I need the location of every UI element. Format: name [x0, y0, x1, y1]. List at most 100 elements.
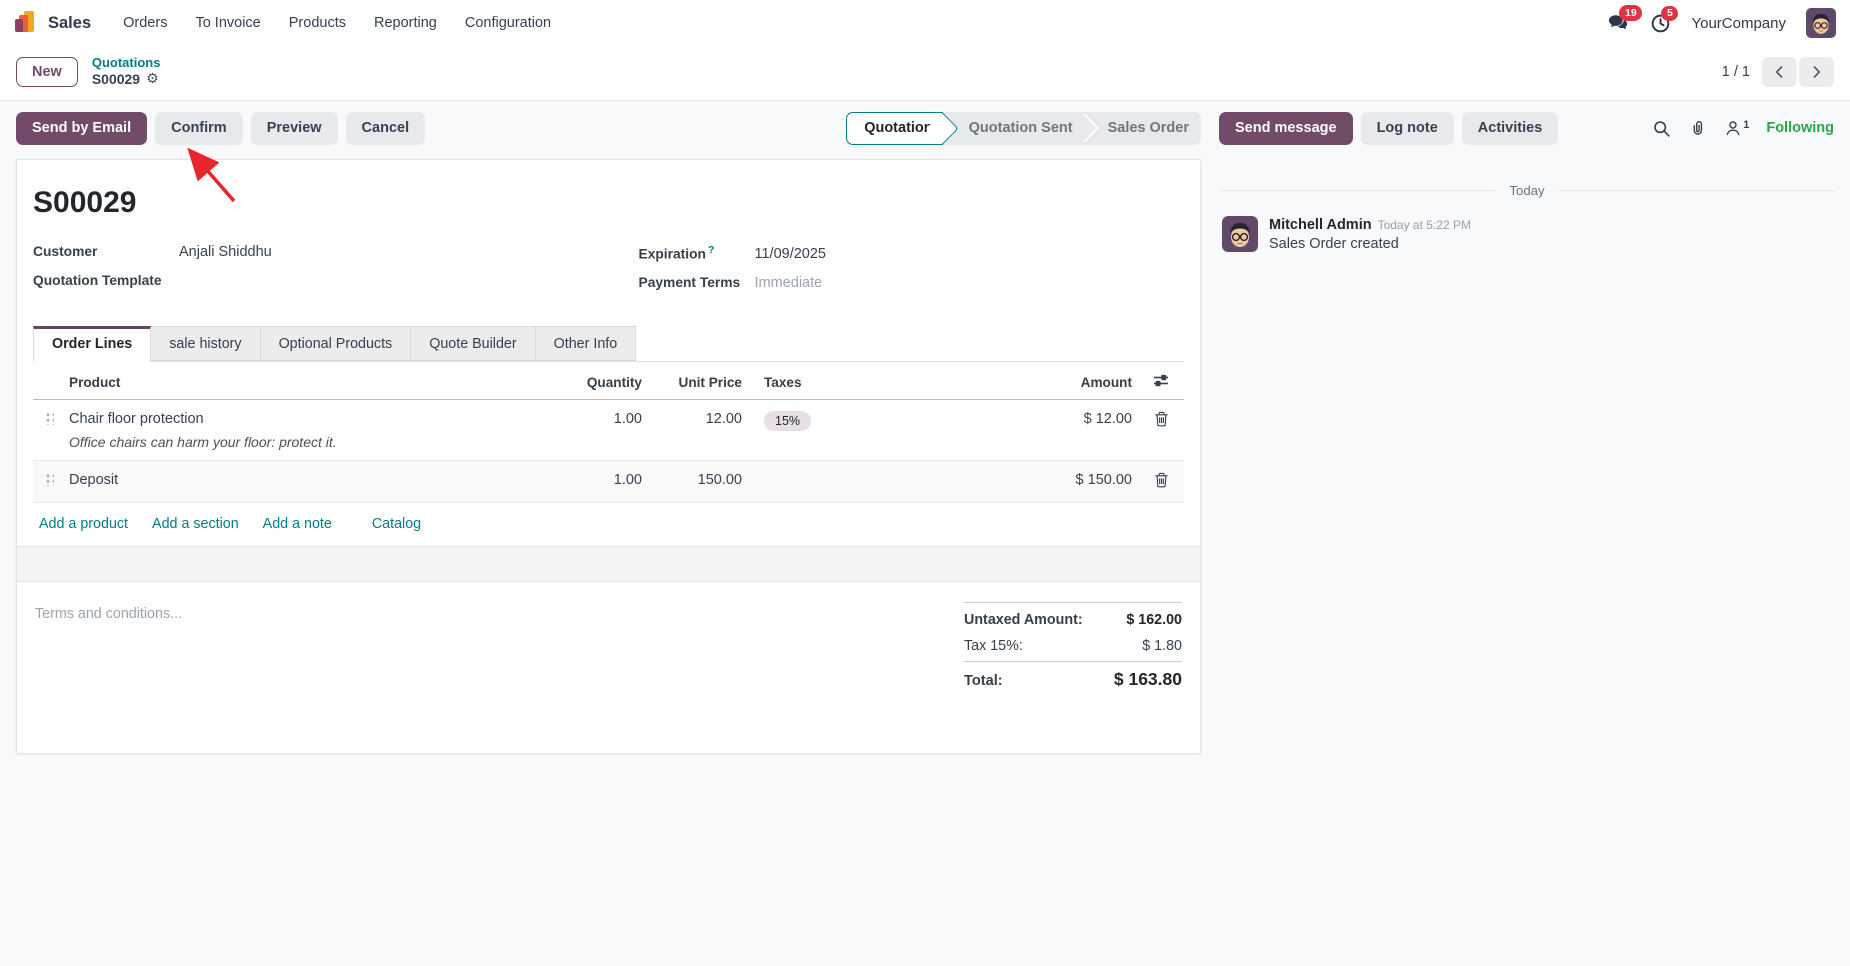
stage-quotation[interactable]: Quotation	[846, 111, 943, 145]
menu-configuration[interactable]: Configuration	[453, 7, 563, 39]
delete-line-icon[interactable]	[1154, 411, 1169, 427]
delete-line-icon[interactable]	[1154, 472, 1169, 488]
stage-sales-order[interactable]: Sales Order	[1082, 120, 1201, 136]
preview-button[interactable]: Preview	[250, 111, 338, 145]
product-name: Chair floor protection	[69, 411, 204, 428]
message-timestamp: Today at 5:22 PM	[1377, 217, 1471, 232]
stage-divider-chevron-icon	[1070, 114, 1099, 143]
company-switcher[interactable]: YourCompany	[1691, 15, 1786, 32]
user-avatar[interactable]	[1806, 8, 1836, 38]
message-author-avatar	[1222, 215, 1258, 252]
drag-handle-icon[interactable]	[45, 411, 54, 426]
cancel-button[interactable]: Cancel	[345, 111, 426, 145]
amount-cell: $ 12.00	[1018, 399, 1138, 462]
expiration-label: Expiration?	[638, 243, 715, 262]
drag-handle-icon[interactable]	[45, 472, 54, 487]
quotation-template-label: Quotation Template	[33, 272, 162, 288]
gear-icon[interactable]: ⚙	[146, 71, 159, 89]
tab-quote-builder[interactable]: Quote Builder	[411, 326, 536, 362]
followers-icon[interactable]: 1	[1724, 119, 1749, 137]
unit-price-cell[interactable]: 12.00	[648, 399, 748, 462]
taxes-column-header[interactable]: Taxes	[748, 364, 1018, 401]
app-name[interactable]: Sales	[48, 14, 91, 33]
order-lines-table: Product Quantity Unit Price Taxes Amount	[33, 364, 1184, 504]
messages-icon[interactable]: 19	[1608, 5, 1643, 34]
quantity-cell[interactable]: 1.00	[548, 460, 648, 504]
control-panel: New Quotations S00029 ⚙ 1 / 1	[0, 46, 1850, 100]
customer-label: Customer	[33, 243, 98, 259]
amount-cell: $ 150.00	[1018, 460, 1138, 504]
product-cell[interactable]: Deposit	[63, 460, 548, 504]
quantity-column-header[interactable]: Quantity	[548, 364, 648, 401]
field-grid: Customer Anjali Shiddhu Quotation Templa…	[33, 244, 1184, 305]
search-messages-icon[interactable]	[1652, 119, 1671, 138]
confirm-button[interactable]: Confirm	[155, 111, 243, 145]
menu-to-invoice[interactable]: To Invoice	[183, 7, 272, 39]
pager-previous-button[interactable]	[1762, 56, 1797, 87]
menu-reporting[interactable]: Reporting	[362, 7, 449, 39]
help-icon: ?	[707, 243, 715, 256]
catalog-link[interactable]: Catalog	[372, 516, 421, 532]
message-body: Sales Order created	[1269, 235, 1399, 252]
chatter-toolbar: Send message Log note Activities 1 Follo…	[1201, 111, 1834, 145]
tax-tag[interactable]: 15%	[764, 411, 812, 432]
pager: 1 / 1	[1722, 56, 1834, 87]
chatter-panel: Today Mitchell Admin Today at 5:22 PM Sa…	[1201, 159, 1834, 252]
product-column-header[interactable]: Product	[63, 364, 548, 401]
breadcrumb-quotations-link[interactable]: Quotations	[92, 55, 161, 71]
breadcrumb: Quotations S00029 ⚙	[92, 55, 161, 89]
breadcrumb-current-record: S00029	[91, 71, 141, 88]
new-button[interactable]: New	[16, 56, 78, 87]
attachments-paperclip-icon[interactable]	[1688, 119, 1707, 138]
tax-label: Tax 15%:	[964, 638, 1023, 655]
product-cell[interactable]: Chair floor protection Office chairs can…	[63, 399, 548, 462]
message-author: Mitchell Admin	[1269, 216, 1372, 233]
tax-value: $ 1.80	[1142, 638, 1182, 655]
activities-button[interactable]: Activities	[1461, 111, 1559, 145]
followers-count: 1	[1743, 119, 1750, 132]
tab-order-lines[interactable]: Order Lines	[33, 326, 152, 363]
pager-count[interactable]: 1 / 1	[1722, 64, 1750, 80]
add-a-product-link[interactable]: Add a product	[39, 516, 128, 532]
following-toggle[interactable]: Following	[1766, 120, 1834, 136]
activities-clock-icon[interactable]: 5	[1650, 5, 1679, 34]
main-menu: Orders To Invoice Products Reporting Con…	[111, 7, 563, 39]
app-switcher[interactable]: Sales	[14, 10, 91, 36]
untaxed-amount-value: $ 162.00	[1126, 612, 1182, 629]
menu-orders[interactable]: Orders	[111, 7, 179, 39]
expiration-field[interactable]: 11/09/2025	[755, 246, 827, 262]
order-line-row: Chair floor protection Office chairs can…	[33, 399, 1184, 462]
tab-other-info[interactable]: Other Info	[535, 326, 637, 362]
optional-columns-icon[interactable]	[1153, 373, 1169, 388]
log-note-button[interactable]: Log note	[1360, 111, 1454, 145]
send-by-email-button[interactable]: Send by Email	[16, 111, 148, 145]
messages-badge: 19	[1619, 5, 1643, 21]
activities-badge: 5	[1661, 5, 1679, 22]
pager-next-button[interactable]	[1799, 56, 1834, 87]
send-message-button[interactable]: Send message	[1219, 111, 1353, 145]
payment-terms-field[interactable]: Immediate	[755, 275, 823, 291]
terms-and-conditions-input[interactable]: Terms and conditions...	[35, 606, 182, 695]
navbar-systray: 19 5 YourCompany	[1608, 5, 1836, 38]
untaxed-amount-label: Untaxed Amount:	[964, 612, 1083, 629]
total-value: $ 163.80	[1113, 669, 1182, 690]
order-line-row: Deposit 1.00 150.00 $ 150.00	[33, 460, 1184, 504]
amount-column-header[interactable]: Amount	[1018, 364, 1138, 401]
tab-sale-history[interactable]: sale history	[151, 326, 261, 362]
add-a-note-link[interactable]: Add a note	[263, 516, 332, 532]
customer-field[interactable]: Anjali Shiddhu	[179, 244, 272, 260]
statusbar: Quotation Quotation Sent Sales Order	[846, 111, 1201, 145]
product-description[interactable]: Office chairs can harm your floor: prote…	[69, 434, 542, 450]
unit-price-column-header[interactable]: Unit Price	[648, 364, 748, 401]
action-bar: Send by Email Confirm Preview Cancel Quo…	[0, 101, 1850, 154]
stage-quotation-sent[interactable]: Quotation Sent	[943, 120, 1085, 136]
empty-list-band	[17, 546, 1200, 583]
totals-section: Terms and conditions... Untaxed Amount: …	[33, 582, 1184, 695]
tab-optional-products[interactable]: Optional Products	[260, 326, 412, 362]
odoo-sales-logo-icon	[14, 10, 39, 36]
top-navbar: Sales Orders To Invoice Products Reporti…	[0, 0, 1850, 46]
unit-price-cell[interactable]: 150.00	[648, 460, 748, 504]
quantity-cell[interactable]: 1.00	[548, 399, 648, 462]
add-a-section-link[interactable]: Add a section	[152, 516, 239, 532]
menu-products[interactable]: Products	[277, 7, 358, 39]
